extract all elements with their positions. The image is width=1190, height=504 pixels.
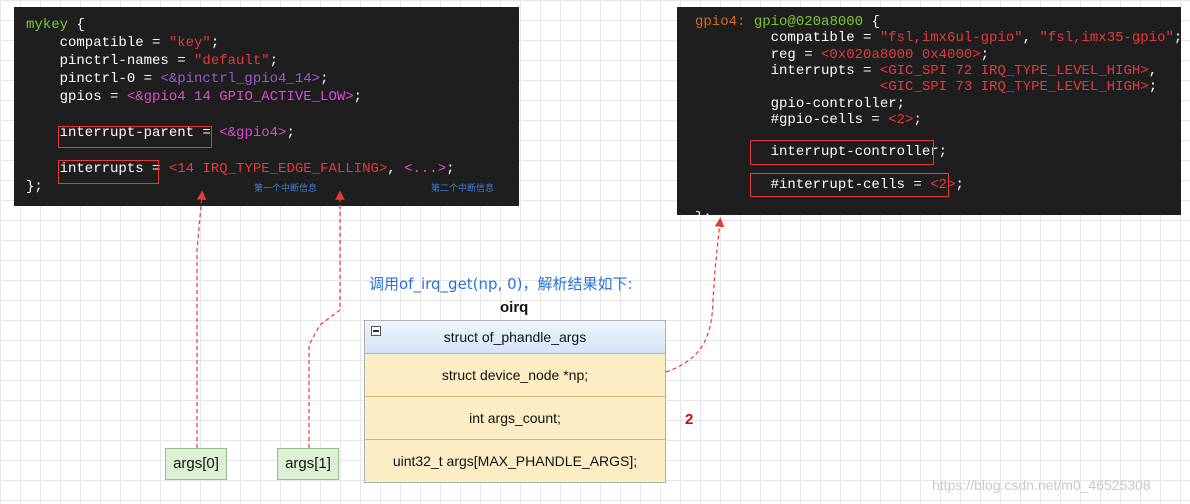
connector-args1-to-trigger	[308, 190, 345, 448]
connector-lines	[196, 190, 725, 448]
connector-args0-to-irq	[196, 190, 207, 448]
connector-np-to-gpio4	[665, 217, 725, 373]
